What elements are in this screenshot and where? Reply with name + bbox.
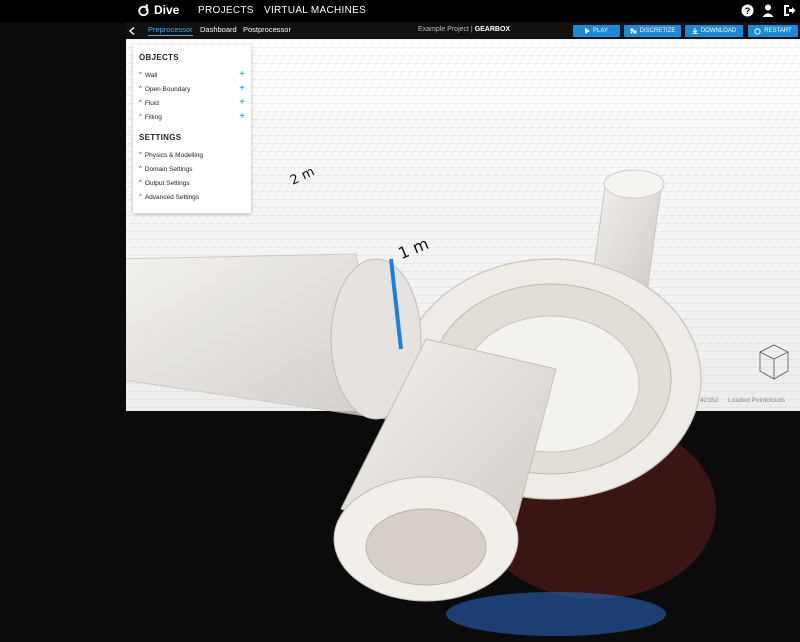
download-button-label: DOWNLOAD [700,28,737,34]
caret-up-icon: ^ [139,166,142,172]
settings-item-label: Domain Settings [144,165,193,173]
caret-up-icon: ^ [139,86,142,92]
project-prefix: Example Project | [418,26,473,33]
project-toolbar: Preprocessor Dashboard Postprocessor Exa… [126,22,800,39]
play-button[interactable]: PLAY [573,25,620,37]
settings-item-output[interactable]: ^ Output Settings [139,176,245,190]
settings-item-label: Output Settings [144,179,190,187]
play-button-label: PLAY [593,28,608,34]
settings-item-label: Physics & Modelling [144,151,203,159]
settings-item-physics[interactable]: ^ Physics & Modelling [139,148,245,162]
nav-projects[interactable]: PROJECTS [198,5,254,16]
restart-button-label: RESTART [764,28,792,34]
svg-text:?: ? [744,5,750,15]
tab-preprocessor[interactable]: Preprocessor [148,25,193,36]
discretize-icon [630,28,637,34]
play-icon [585,28,591,34]
object-item-filling[interactable]: ^ Filling + [139,110,245,124]
discretize-button-label: DISCRETIZE [639,28,676,34]
objects-heading: OBJECTS [139,53,179,62]
help-icon[interactable]: ? [740,3,754,17]
top-navigation-bar: Dive PROJECTS VIRTUAL MACHINES ? [0,0,800,22]
dive-logo-icon [138,3,149,16]
app-name: Dive [154,3,180,17]
caret-up-icon: ^ [139,152,142,158]
user-icon[interactable] [761,3,775,17]
object-item-label: Open Boundary [144,85,191,93]
settings-heading: SETTINGS [139,133,182,142]
project-name: GEARBOX [474,26,511,33]
tab-dashboard[interactable]: Dashboard [200,25,237,34]
project-title: Example Project | GEARBOX [418,26,510,33]
logout-icon[interactable] [782,3,796,17]
settings-item-label: Advanced Settings [144,193,200,201]
caret-up-icon: ^ [139,194,142,200]
settings-item-advanced[interactable]: ^ Advanced Settings [139,190,245,204]
object-item-label: Wall [144,71,158,79]
caret-up-icon: ^ [139,100,142,106]
pointcloud-status: Loaded Pointclouds [728,397,786,404]
add-filling-icon[interactable]: + [239,112,245,122]
particle-count: 42182 [700,397,719,404]
add-wall-icon[interactable]: + [239,70,245,80]
caret-up-icon: ^ [139,180,142,186]
app-logo[interactable]: Dive [137,3,179,17]
discretize-button[interactable]: DISCRETIZE [624,25,681,37]
object-item-open-boundary[interactable]: ^ Open Boundary + [139,82,245,96]
nav-virtual-machines[interactable]: VIRTUAL MACHINES [264,5,366,16]
scene-panel: OBJECTS ^ Wall + ^ Open Boundary + ^ Fluid … [133,45,251,213]
restart-icon [754,27,761,35]
restart-button[interactable]: RESTART [748,25,798,37]
settings-item-domain[interactable]: ^ Domain Settings [139,162,245,176]
caret-up-icon: ^ [139,114,142,120]
object-item-wall[interactable]: ^ Wall + [139,68,245,82]
add-fluid-icon[interactable]: + [239,98,245,108]
download-icon [692,28,698,34]
back-icon[interactable] [126,22,138,39]
add-open-boundary-icon[interactable]: + [239,84,245,94]
object-item-label: Filling [144,113,162,121]
download-button[interactable]: DOWNLOAD [685,25,743,37]
object-item-fluid[interactable]: ^ Fluid + [139,96,245,110]
tab-postprocessor[interactable]: Postprocessor [243,25,291,34]
object-item-label: Fluid [144,99,159,107]
caret-up-icon: ^ [139,72,142,78]
